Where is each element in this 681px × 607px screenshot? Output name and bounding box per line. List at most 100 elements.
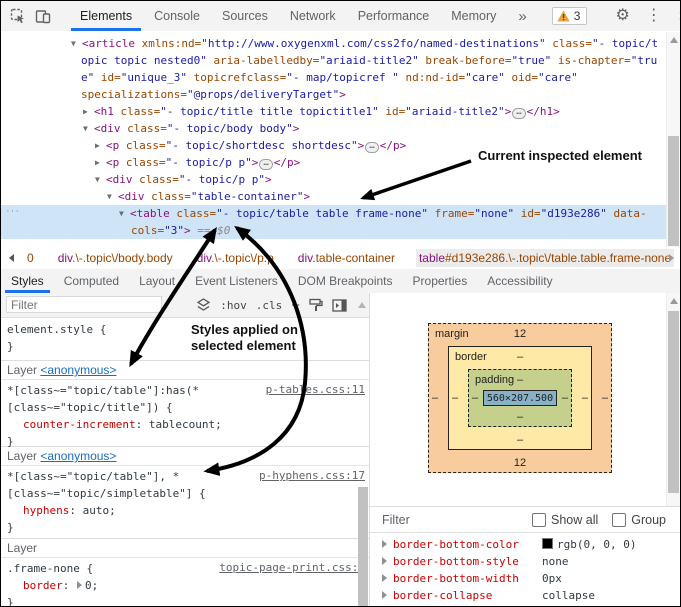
css-declaration[interactable]: hyphens: auto; [7,502,363,519]
css-rule-p-tables[interactable]: p-tables.css:11 *[class~="topic/table"]:… [1,380,369,447]
expand-arrow-icon[interactable] [382,557,387,565]
new-style-rule-icon[interactable]: + [291,298,300,313]
tab-event-listeners[interactable]: Event Listeners [185,269,288,293]
tab-styles[interactable]: Styles [1,269,54,293]
stylesheet-link[interactable]: topic-page-print.css:7 [219,561,365,574]
settings-gear-icon[interactable]: ⚙ [607,8,637,24]
scrollbar-thumb[interactable] [358,487,368,606]
expand-ellipsis-icon[interactable]: … [512,108,525,119]
breadcrumb-scroll-right-icon[interactable] [669,254,674,262]
dom-node-table-selected[interactable]: ··· ▼<table class="- topic/table table f… [1,205,680,239]
tab-computed[interactable]: Computed [54,269,129,293]
inspect-element-icon[interactable] [10,7,26,25]
dom-node-div-body[interactable]: ▼<div class="- topic/body body"> [1,120,680,137]
computed-sidebar-toggle-icon[interactable] [332,299,347,312]
styles-filter-input[interactable] [6,296,162,313]
box-model-border[interactable]: border – – – – padding – – – – 560×207.5… [448,346,592,450]
tab-console[interactable]: Console [143,1,211,31]
dom-node-table-line2[interactable]: cols="3"> == $0 [1,222,680,239]
collapse-arrow-icon[interactable]: ▼ [95,171,106,188]
margin-bottom-value[interactable]: 12 [429,457,611,469]
expand-shorthand-icon[interactable] [77,581,82,589]
dom-node-article-wrap[interactable]: opic topic nested0" aria-labelledby="ari… [1,52,680,69]
breadcrumb-scroll-left-icon[interactable] [9,254,14,262]
tab-memory[interactable]: Memory [440,1,507,31]
computed-row-border-bottom-width[interactable]: border-bottom-width0px [370,570,680,587]
warnings-badge[interactable]: 3 [552,7,588,25]
layer-anonymous-link[interactable]: <anonymous> [40,449,116,463]
stylesheet-link[interactable]: p-tables.css:11 [266,383,365,396]
expand-arrow-icon[interactable]: ▶ [83,103,94,120]
tab-layout[interactable]: Layout [129,269,185,293]
collapse-arrow-icon[interactable]: ▼ [119,205,130,222]
dom-scrollbar[interactable] [666,32,680,247]
border-right-value[interactable]: – [582,392,588,404]
stylesheet-link[interactable]: p-hyphens.css:17 [259,469,365,482]
toggle-hover-button[interactable]: :hov [220,299,247,312]
scroll-up-icon[interactable] [670,37,678,43]
box-model-margin[interactable]: margin 12 12 – – border – – – – padding … [428,323,612,473]
box-model-padding[interactable]: padding – – – – 560×207.500 [468,369,572,427]
dom-node-p-shortdesc[interactable]: ▶<p class="- topic/shortdesc shortdesc">… [1,137,680,154]
element-states-icon[interactable] [196,298,211,312]
dom-node-article-wrap[interactable]: e" id="unique_3" topicrefclass="- map/to… [1,69,680,86]
breadcrumb-item-p[interactable]: div.\-.topic\/p.p [194,249,277,267]
group-checkbox[interactable]: Group [612,513,666,527]
padding-bottom-value[interactable]: – [469,411,571,423]
element-style-section[interactable]: element.style { } Styles applied on sele… [1,318,369,361]
close-icon[interactable]: ✕ [670,9,681,23]
padding-right-value[interactable]: – [562,392,568,404]
collapse-arrow-icon[interactable]: ▼ [107,188,118,205]
expand-arrow-icon[interactable]: ▶ [95,137,106,154]
tab-network[interactable]: Network [279,1,347,31]
computed-filter-label[interactable]: Filter [382,513,410,527]
scroll-up-icon[interactable] [358,302,366,308]
expand-arrow-icon[interactable]: ▶ [95,154,106,171]
css-rule-p-hyphens[interactable]: p-hyphens.css:17 *[class~="topic/table"]… [1,466,369,539]
breadcrumb-item-table[interactable]: table#d193e286.\-.topic\/table.table.fra… [416,249,674,267]
scroll-up-icon[interactable] [670,298,678,304]
dom-node-article[interactable]: ▼<article xmlns:nd="http://www.oxygenxml… [1,35,680,52]
computed-row-border-bottom-style[interactable]: border-bottom-stylenone [370,553,680,570]
tab-performance[interactable]: Performance [347,1,441,31]
margin-right-value[interactable]: – [602,392,608,404]
padding-left-value[interactable]: – [472,392,478,404]
kebab-menu-icon[interactable]: ⋮ [638,8,670,24]
breadcrumb-item-table-container[interactable]: div.table-container [295,249,398,267]
toggle-class-button[interactable]: .cls [256,299,283,312]
margin-left-value[interactable]: – [432,392,438,404]
checkbox-icon[interactable] [612,513,626,527]
expand-ellipsis-icon[interactable]: … [259,159,272,170]
border-left-value[interactable]: – [452,392,458,404]
dom-node-article-wrap[interactable]: specializations="@props/deliveryTarget"> [1,86,680,103]
show-all-checkbox[interactable]: Show all [532,513,598,527]
dom-node-div-p[interactable]: ▼<div class="- topic/p p"> [1,171,680,188]
box-model-scrollbar[interactable] [666,293,680,506]
css-declaration[interactable]: border: 0; [7,577,363,594]
css-declaration[interactable]: counter-increment: tablecount; [7,416,363,433]
dom-node-p[interactable]: ▶<p class="- topic/p p">…</p> [1,154,680,171]
padding-top-value[interactable]: – [469,374,571,386]
tab-accessibility[interactable]: Accessibility [477,269,562,293]
breadcrumb-item-body[interactable]: div.\-.topic\/body.body [55,249,176,267]
expand-arrow-icon[interactable] [382,591,387,599]
tab-dom-breakpoints[interactable]: DOM Breakpoints [288,269,403,293]
collapse-arrow-icon[interactable]: ▼ [71,35,82,52]
paint-roller-icon[interactable] [309,298,323,312]
device-toolbar-icon[interactable] [35,7,51,25]
box-model-content[interactable]: 560×207.500 [483,390,557,406]
border-bottom-value[interactable]: – [449,434,591,446]
margin-top-value[interactable]: 12 [429,328,611,340]
dom-node-div-table-container[interactable]: ▼<div class="table-container"> [1,188,680,205]
expand-arrow-icon[interactable] [382,574,387,582]
layer-anonymous-link[interactable]: <anonymous> [40,363,116,377]
styles-scrollbar[interactable] [357,317,369,606]
tab-elements[interactable]: Elements [69,1,143,31]
expand-ellipsis-icon[interactable]: … [365,142,378,153]
checkbox-icon[interactable] [532,513,546,527]
tab-sources[interactable]: Sources [211,1,279,31]
scrollbar-thumb[interactable] [668,136,679,246]
computed-row-border-bottom-color[interactable]: border-bottom-colorrgb(0, 0, 0) [370,536,680,553]
border-top-value[interactable]: – [449,351,591,363]
tab-properties[interactable]: Properties [403,269,478,293]
